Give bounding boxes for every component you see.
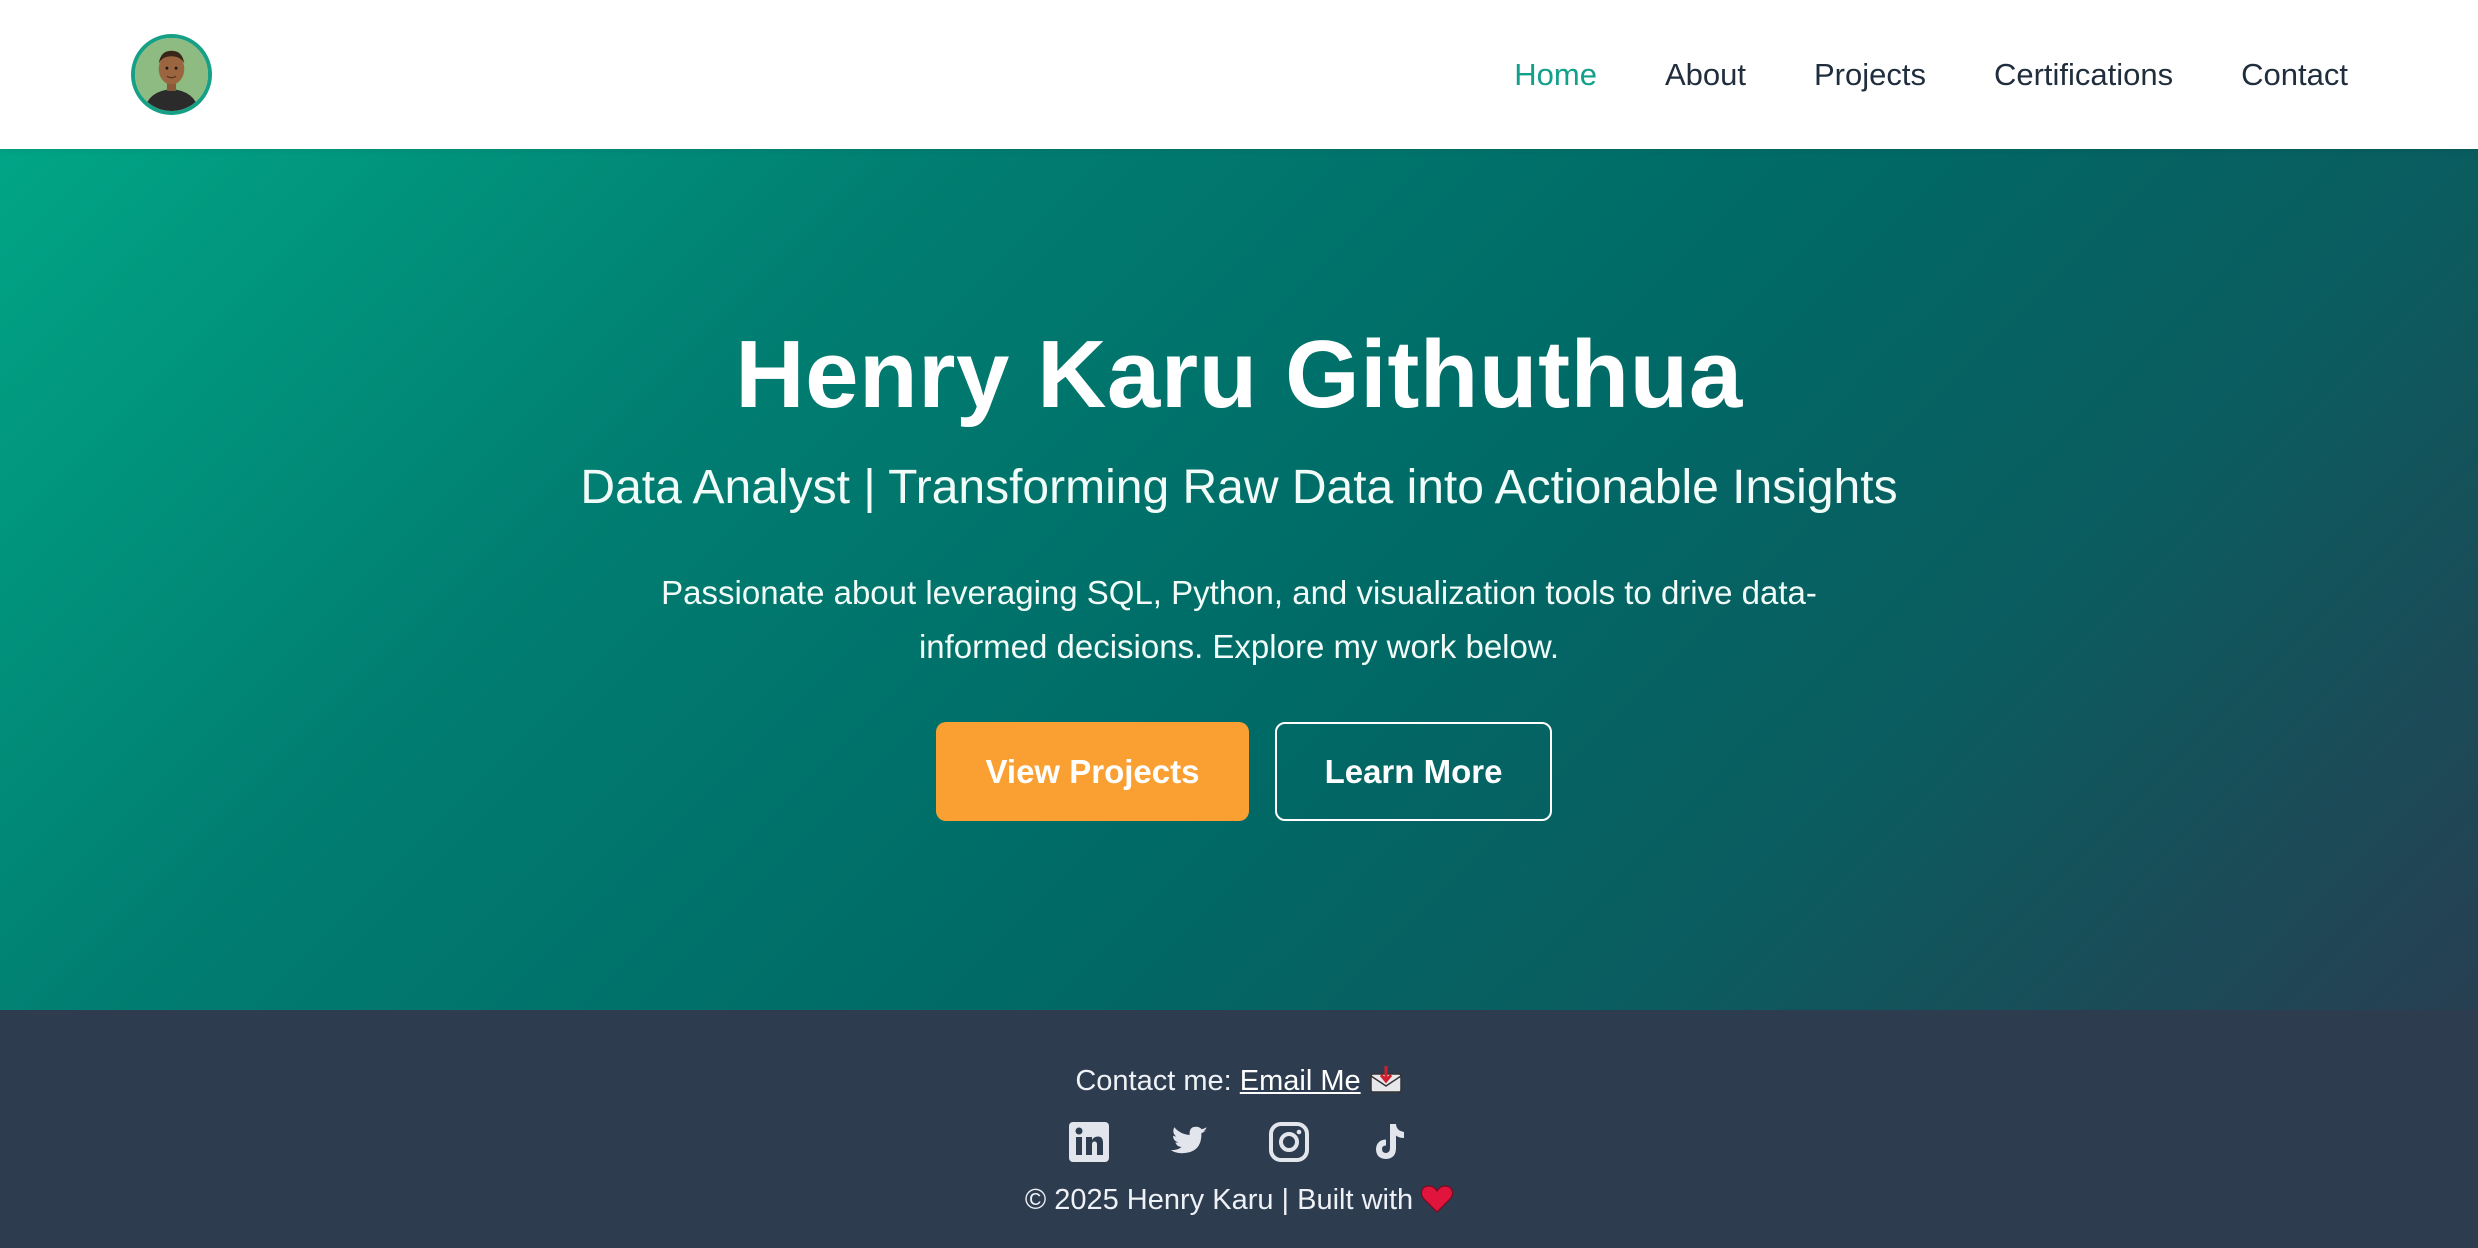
social-links: [0, 1121, 2478, 1163]
nav-link-about[interactable]: About: [1665, 59, 1746, 90]
view-projects-button[interactable]: View Projects: [936, 722, 1249, 821]
avatar[interactable]: [131, 34, 212, 115]
tiktok-icon[interactable]: [1368, 1121, 1410, 1163]
site-footer: Contact me: Email Me © 2025 Henry Karu |…: [0, 1010, 2478, 1248]
main-nav: Home About Projects Certifications Conta…: [1514, 0, 2348, 149]
contact-line: Contact me: Email Me: [0, 1064, 2478, 1100]
nav-link-projects[interactable]: Projects: [1814, 59, 1926, 90]
copyright-line: © 2025 Henry Karu | Built with: [0, 1185, 2478, 1219]
hero-section: Henry Karu Githuthua Data Analyst | Tran…: [0, 149, 2478, 1010]
twitter-icon[interactable]: [1168, 1121, 1210, 1163]
linkedin-icon[interactable]: [1068, 1121, 1110, 1163]
contact-prefix: Contact me:: [1075, 1065, 1240, 1097]
nav-link-home[interactable]: Home: [1514, 59, 1597, 90]
hero-buttons: View Projects Learn More: [0, 722, 2478, 821]
copyright-text: © 2025 Henry Karu | Built with: [1024, 1184, 1414, 1216]
hero-description: Passionate about leveraging SQL, Python,…: [661, 574, 1817, 665]
avatar-illustration: [135, 38, 208, 111]
nav-link-certifications[interactable]: Certifications: [1994, 59, 2173, 90]
hero-title: Henry Karu Githuthua: [735, 321, 1743, 428]
email-link[interactable]: Email Me: [1240, 1065, 1403, 1097]
email-link-label: Email Me: [1239, 1065, 1361, 1097]
instagram-icon[interactable]: [1268, 1121, 1310, 1163]
mailbox-icon: [1369, 1064, 1403, 1100]
hero-subtitle: Data Analyst | Transforming Raw Data int…: [580, 461, 1898, 514]
site-header: Home About Projects Certifications Conta…: [0, 0, 2478, 149]
heart-icon: [1421, 1185, 1454, 1219]
learn-more-button[interactable]: Learn More: [1275, 722, 1552, 821]
nav-link-contact[interactable]: Contact: [2241, 59, 2348, 90]
